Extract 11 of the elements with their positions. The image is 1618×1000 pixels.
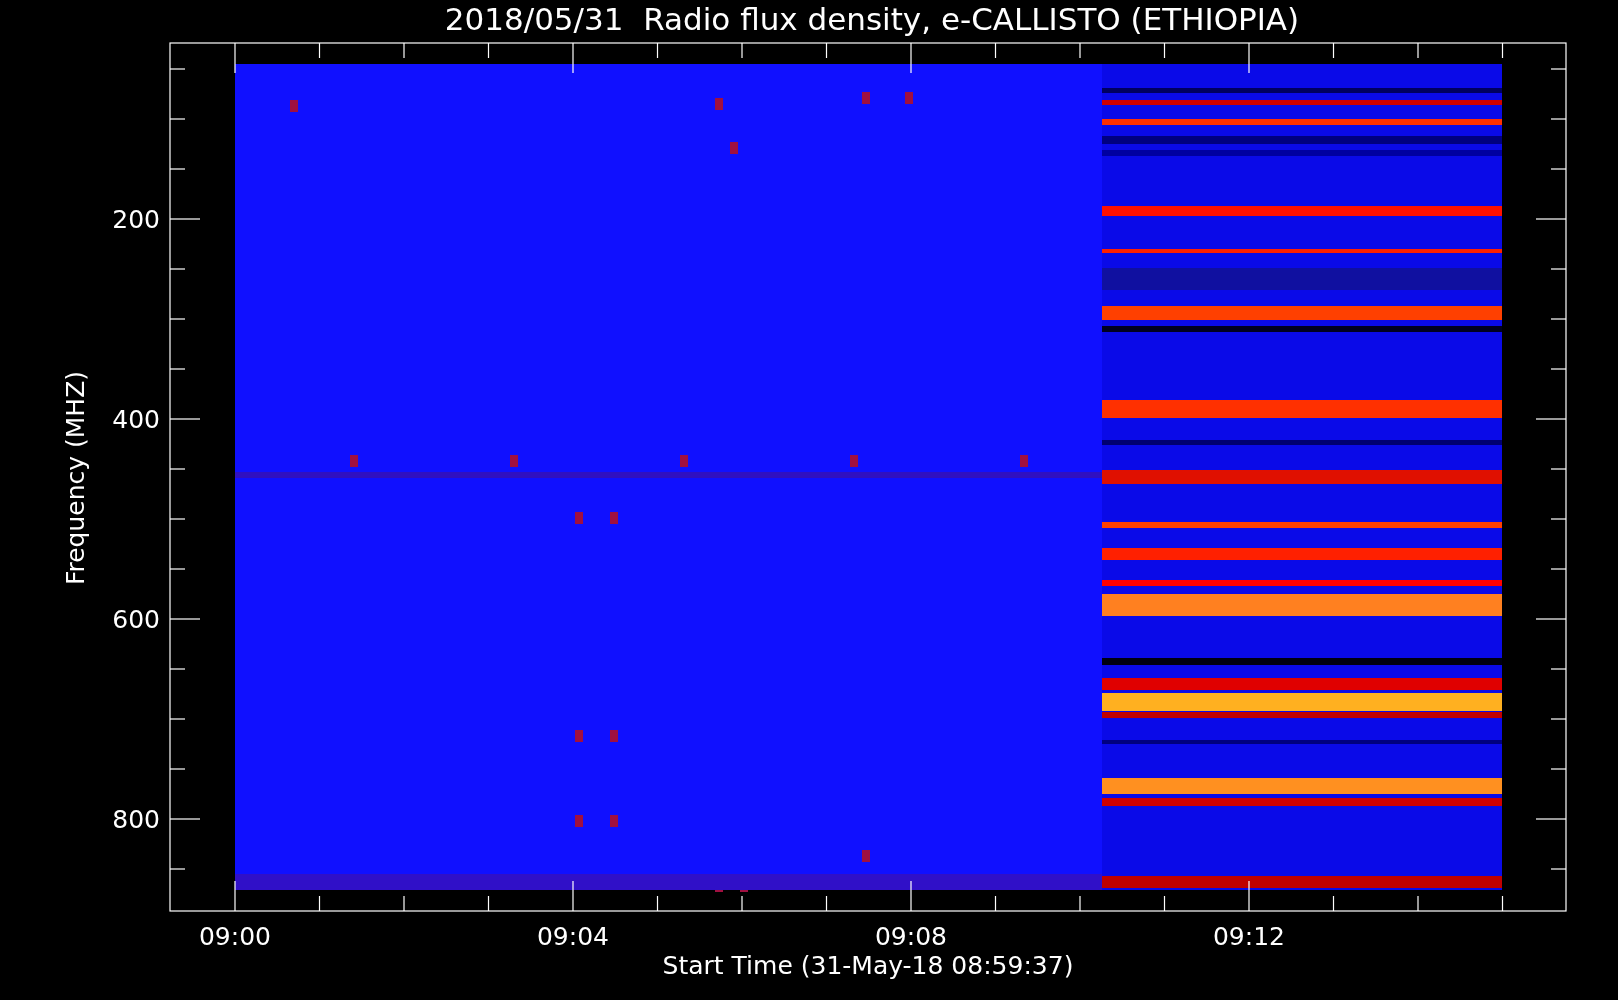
y-axis-label: Frequency (MHZ): [61, 370, 90, 586]
x-tick-label: 09:12: [1213, 922, 1285, 951]
x-tick-label: 09:08: [875, 922, 947, 951]
x-tick-label: 09:04: [537, 922, 609, 951]
x-axis-label: Start Time (31-May-18 08:59:37): [662, 951, 1074, 980]
y-tick-label: 800: [112, 805, 160, 834]
chart-title: 2018/05/31 Radio flux density, e-CALLISTO (ETHIOPIA): [444, 1, 1300, 37]
y-tick-label: 600: [112, 605, 160, 634]
y-tick-label: 200: [112, 205, 160, 234]
x-tick-label: 09:00: [199, 922, 271, 951]
y-tick-label: 400: [112, 405, 160, 434]
